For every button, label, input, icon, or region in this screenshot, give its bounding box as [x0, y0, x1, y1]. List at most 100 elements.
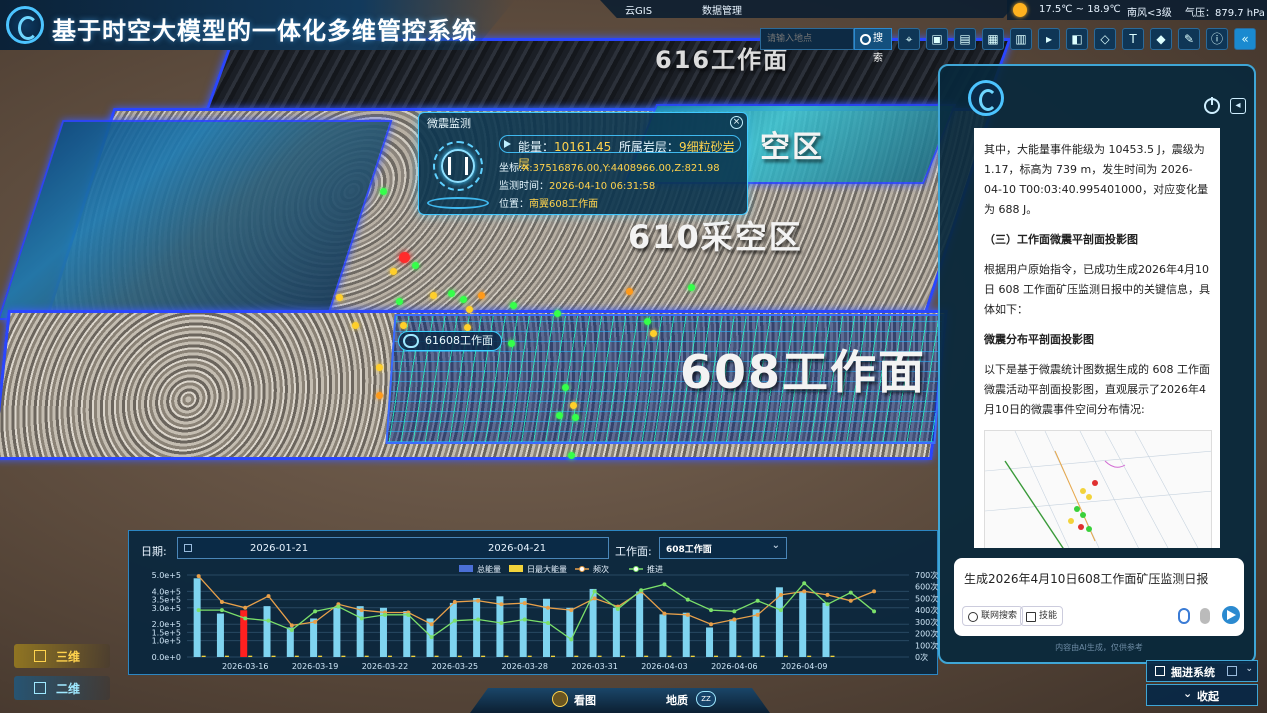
seismic-event[interactable]	[390, 268, 397, 275]
info-icon[interactable]: ⓘ	[1206, 28, 1228, 50]
tab-data-management[interactable]: 数据管理	[702, 2, 742, 17]
bookmark-icon[interactable]: ▣	[926, 28, 948, 50]
close-icon[interactable]: ×	[730, 116, 743, 129]
book-icon[interactable]: ▥	[1010, 28, 1032, 50]
max-energy-bar	[690, 655, 695, 657]
y-right-tick-label: 700次	[915, 570, 938, 580]
face-608-label: 608工作面	[680, 345, 927, 399]
microphone-icon[interactable]	[1200, 608, 1210, 624]
send-icon[interactable]	[1222, 606, 1240, 624]
legend-label: 频次	[593, 564, 609, 574]
advance-point	[452, 618, 457, 623]
link-icon	[403, 334, 419, 348]
seismic-event[interactable]	[508, 340, 515, 347]
seismic-event-major[interactable]	[399, 252, 410, 263]
seismic-event[interactable]	[688, 284, 695, 291]
image-icon	[552, 691, 568, 707]
seismic-event[interactable]	[336, 294, 343, 301]
crop-icon[interactable]: ◇	[1094, 28, 1116, 50]
seismic-event[interactable]	[376, 364, 383, 371]
seismic-event[interactable]	[650, 330, 657, 337]
seismic-event[interactable]	[562, 384, 569, 391]
attach-icon[interactable]	[1178, 608, 1190, 624]
seismic-event[interactable]	[460, 296, 467, 303]
seismic-event[interactable]	[380, 188, 387, 195]
collapse-left-icon[interactable]: «	[1234, 28, 1256, 50]
calendar-icon	[184, 544, 192, 552]
cube-icon[interactable]: ◆	[1150, 28, 1172, 50]
layer-label: 所属岩层：	[618, 140, 679, 154]
advance-system-button[interactable]: 掘进系统 ⌄	[1146, 660, 1258, 682]
seismic-event[interactable]	[510, 302, 517, 309]
skill-chip[interactable]: 技能	[1020, 606, 1064, 626]
app-title: 基于时空大模型的一体化多维管控系统	[52, 17, 477, 45]
chat-input[interactable]: 生成2026年4月10日608工作面矿压监测日报 联网搜索 技能	[954, 558, 1244, 636]
speaker-icon[interactable]: ◂	[1230, 98, 1246, 114]
seismic-event[interactable]	[556, 412, 563, 419]
seismic-event[interactable]	[464, 324, 471, 331]
search-button[interactable]: 搜索	[854, 28, 892, 64]
grid-icon[interactable]: ▦	[982, 28, 1004, 50]
seismic-event[interactable]	[478, 292, 485, 299]
edit-icon[interactable]: ✎	[1178, 28, 1200, 50]
advance-point	[243, 616, 248, 621]
seismic-event[interactable]	[352, 322, 359, 329]
calendar-icon[interactable]: ▤	[954, 28, 976, 50]
face-select[interactable]: 608工作面 ⌄	[659, 537, 787, 559]
view-3d-button[interactable]: 三维	[14, 644, 110, 668]
frequency-line	[198, 575, 875, 627]
seismic-event[interactable]	[400, 322, 407, 329]
energy-value: 10161.45	[554, 140, 612, 154]
header: 基于时空大模型的一体化多维管控系统 云GIS 数据管理 17.5℃ ~ 18.9…	[0, 0, 1267, 64]
microseismic-popup: 微震监测 × 能量：10161.45 所属岩层：9细粒砂岩层 坐标:X:3751…	[418, 112, 748, 215]
total-energy-bar	[403, 611, 411, 657]
frequency-point	[219, 599, 224, 604]
view-2d-button[interactable]: 二维	[14, 676, 110, 700]
frequency-point	[546, 605, 550, 610]
tab-cloud-gis[interactable]: 云GIS	[625, 2, 652, 17]
seismic-event[interactable]	[570, 402, 577, 409]
title-bar: 基于时空大模型的一体化多维管控系统	[0, 0, 515, 50]
seismic-event[interactable]	[430, 292, 437, 299]
y-right-tick-label: 100次	[915, 640, 938, 650]
advance-point	[802, 581, 807, 586]
seismic-event[interactable]	[412, 262, 419, 269]
date-range-picker[interactable]: 2026-01-21 2026-04-21	[177, 537, 609, 559]
energy-row: 能量：10161.45 所属岩层：9细粒砂岩层	[499, 135, 741, 171]
geology-button[interactable]: 地质	[666, 692, 688, 708]
frequency-point	[802, 589, 807, 594]
coord-label: 坐标:	[499, 163, 523, 174]
collapse-button[interactable]: ⌄ 收起	[1146, 684, 1258, 706]
seismic-event[interactable]	[376, 392, 383, 399]
location-search-input[interactable]	[760, 28, 854, 50]
total-energy-bar	[729, 619, 737, 657]
energy-frequency-chart: 0.0e+0 1.0e+51.5e+52.0e+5 3.0e+53.5e+54.0e…	[152, 564, 939, 671]
checkbox[interactable]	[1227, 666, 1237, 676]
top-tabs: 云GIS 数据管理	[600, 0, 1020, 18]
web-search-chip[interactable]: 联网搜索	[962, 606, 1024, 626]
split-icon[interactable]: ◧	[1066, 28, 1088, 50]
frequency-point	[848, 598, 853, 603]
face-tag-61608[interactable]: 61608工作面	[398, 331, 502, 351]
report-heading: （三）工作面微震平剖面投影图	[984, 233, 1138, 246]
seismic-event[interactable]	[396, 298, 403, 305]
seismic-event[interactable]	[466, 306, 473, 313]
frequency-point	[778, 592, 783, 597]
seismic-event[interactable]	[644, 318, 651, 325]
text-icon[interactable]: T	[1122, 28, 1144, 50]
seismic-event[interactable]	[626, 288, 633, 295]
look-button[interactable]: 看图	[574, 692, 596, 708]
seismic-event[interactable]	[572, 414, 579, 421]
power-icon[interactable]	[1204, 97, 1220, 114]
time-row: 监测时间：2026-04-10 06:31:58	[499, 177, 655, 192]
seismic-event[interactable]	[568, 452, 575, 459]
export-icon[interactable]: ▸	[1038, 28, 1060, 50]
legend-marker	[633, 566, 639, 572]
location-pin-icon[interactable]: ⌖	[898, 28, 920, 50]
seismic-event[interactable]	[554, 310, 561, 317]
date-label: 日期:	[141, 545, 167, 558]
seismic-event[interactable]	[448, 290, 455, 297]
max-energy-bar	[481, 655, 486, 657]
x-tick-label: 2026-04-03	[641, 662, 688, 671]
max-energy-bar	[294, 655, 299, 657]
